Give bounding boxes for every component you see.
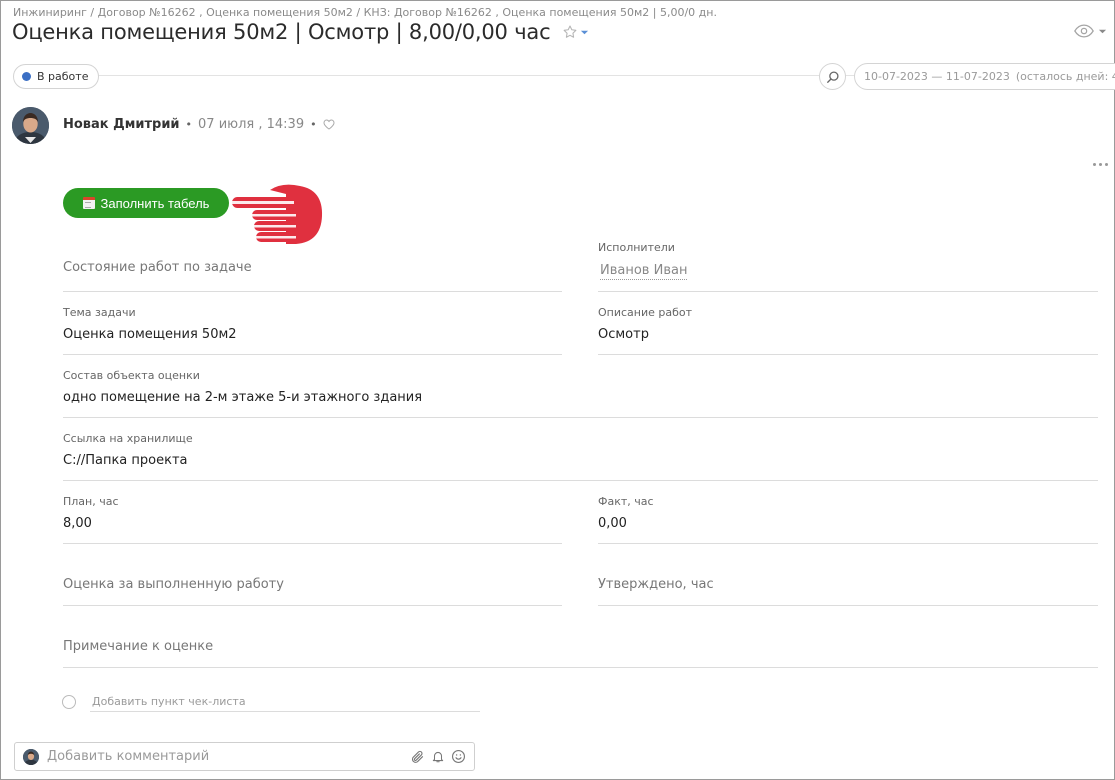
avatar-image [23,748,39,765]
executor-link[interactable]: Иванов Иван [600,263,688,280]
executors-label: Исполнители [598,241,675,254]
executors-field[interactable]: Исполнители Иванов Иван [598,238,1098,292]
avatar[interactable] [12,107,49,144]
paperclip-icon[interactable] [410,749,425,765]
title-row: Оценка помещения 50м2 | Осмотр | 8,00/0,… [12,18,589,46]
fact-hours-value: 0,00 [598,516,627,531]
approved-hours-label: Утверждено, час [598,577,714,592]
work-rating-field[interactable]: Оценка за выполненную работу [63,568,562,606]
page-title: Оценка помещения 50м2 | Осмотр | 8,00/0,… [12,20,551,44]
calendar-icon [82,197,95,209]
storage-link-field[interactable]: Ссылка на хранилище C://Папка проекта [63,430,1098,481]
eye-icon[interactable] [1074,24,1094,38]
bell-icon[interactable] [431,749,445,764]
post-meta: Новак Дмитрий • 07 июля , 14:39 • [63,117,335,132]
separator-dot: • [310,118,317,131]
search-button[interactable] [819,63,846,90]
status-badge[interactable]: В работе [13,64,100,89]
status-dot [22,72,31,81]
emoji-icon[interactable] [451,749,466,764]
fact-hours-field[interactable]: Факт, час 0,00 [598,493,1098,544]
heart-icon[interactable] [323,119,335,130]
chevron-down-icon[interactable] [1098,27,1107,36]
checklist-add-row [62,692,480,712]
post-date: 07 июля , 14:39 [198,117,305,132]
fill-timesheet-button[interactable]: Заполнить табель [63,188,229,218]
task-topic-value: Оценка помещения 50м2 [63,327,237,342]
days-remaining: (осталось дней: 4) [1015,70,1115,83]
date-range-value: 10-07-2023 — 11-07-2023 [864,70,1010,83]
storage-link-value: C://Папка проекта [63,453,188,468]
work-state-label: Состояние работ по задаче [63,260,252,275]
object-composition-label: Состав объекта оценки [63,369,200,382]
checkbox[interactable] [62,695,76,709]
plan-hours-field[interactable]: План, час 8,00 [63,493,562,544]
object-composition-field[interactable]: Состав объекта оценки одно помещение на … [63,367,1098,418]
comment-input[interactable] [47,749,402,764]
task-topic-label: Тема задачи [63,306,136,319]
work-state-field[interactable]: Состояние работ по задаче [63,250,562,292]
status-label: В работе [37,70,89,83]
title-icons [562,24,589,40]
approved-hours-field[interactable]: Утверждено, час [598,568,1098,606]
storage-link-label: Ссылка на хранилище [63,432,193,445]
work-description-value: Осмотр [598,327,649,342]
avatar-image [12,107,49,144]
work-description-field[interactable]: Описание работ Осмотр [598,304,1098,355]
separator-dot: • [185,118,193,131]
date-range[interactable]: 10-07-2023 — 11-07-2023 (осталось дней: … [854,63,1115,90]
avatar [23,748,39,765]
checklist-item-input[interactable] [90,692,480,712]
fact-hours-label: Факт, час [598,495,654,508]
task-topic-field[interactable]: Тема задачи Оценка помещения 50м2 [63,304,562,355]
rating-note-label: Примечание к оценке [63,639,214,654]
rating-note-field[interactable]: Примечание к оценке [63,630,1098,668]
work-rating-label: Оценка за выполненную работу [63,577,284,592]
work-description-label: Описание работ [598,306,693,319]
comment-box[interactable] [14,742,475,771]
star-icon[interactable] [562,24,578,40]
chevron-down-icon[interactable] [580,28,589,37]
fill-timesheet-label: Заполнить табель [100,195,210,211]
author-name[interactable]: Новак Дмитрий [63,117,180,132]
watchers-control[interactable] [1074,24,1107,38]
object-composition-value: одно помещение на 2-м этаже 5-и этажного… [63,390,423,405]
pointing-hand-icon [232,184,323,244]
comment-tools [410,749,466,765]
more-options-icon[interactable] [1093,160,1111,168]
plan-hours-label: План, час [63,495,119,508]
search-icon [826,70,839,83]
plan-hours-value: 8,00 [63,516,92,531]
